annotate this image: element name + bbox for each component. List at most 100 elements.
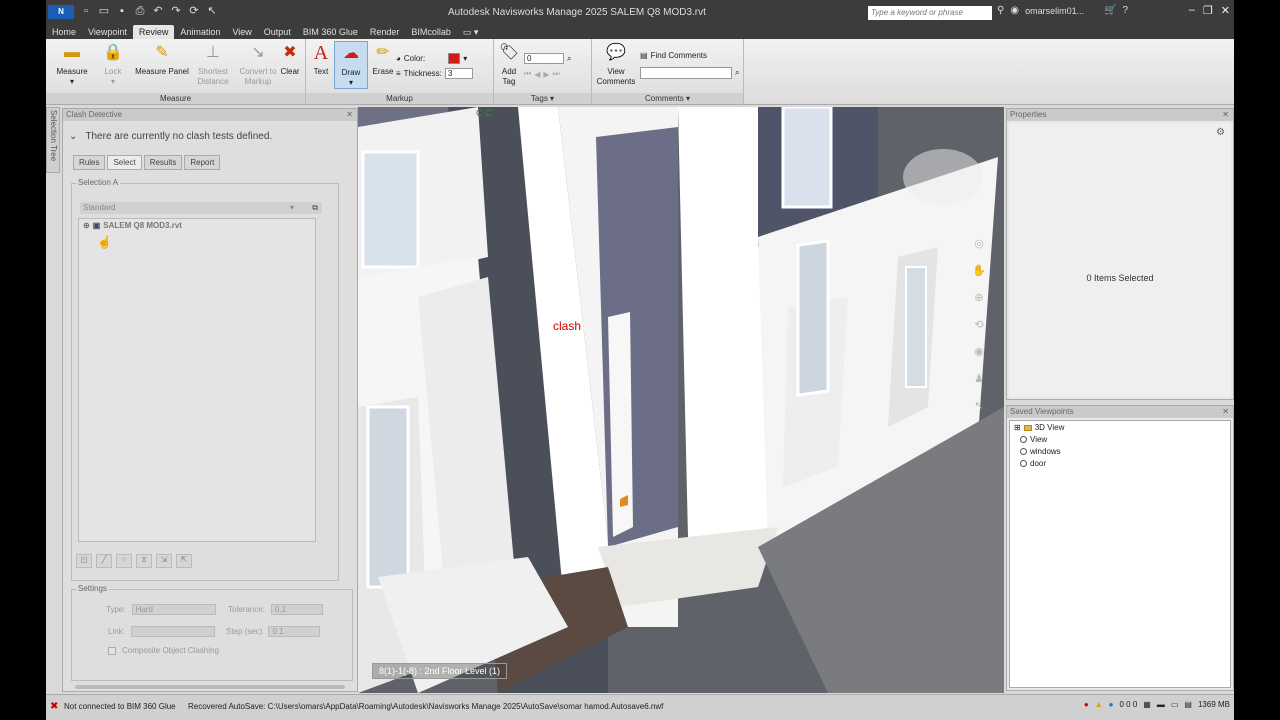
thickness-input[interactable]: 3 (444, 68, 473, 79)
pan-hand-icon[interactable]: ✋ (972, 264, 986, 277)
zoom-icon[interactable]: ⊕ (974, 291, 983, 304)
link-select[interactable] (130, 626, 215, 637)
tree-item[interactable]: ⊕ ▣ SALEM Q8 MOD3.rvt (83, 221, 182, 230)
viewpoint-view[interactable]: View (1020, 435, 1047, 444)
collapse-chevron-icon[interactable]: ⌄ (69, 131, 77, 142)
tab-home[interactable]: Home (46, 25, 82, 39)
draw-button[interactable]: ☁ Draw ▾ (334, 41, 368, 89)
tab-select[interactable]: Select (107, 155, 142, 170)
color-dropdown-icon[interactable]: ▾ (463, 54, 467, 63)
properties-close-icon[interactable]: ✕ (1222, 109, 1229, 121)
first-tag-icon[interactable]: ⏮ (524, 69, 531, 79)
color-control[interactable]: ◕ Color: ▾ (396, 53, 467, 64)
tab-animation[interactable]: Animation (174, 25, 226, 39)
pencil-icon[interactable]: ▬ (1157, 700, 1165, 709)
binoculars-icon[interactable]: ⚲ (997, 5, 1004, 16)
select-icon[interactable]: ↖ (206, 5, 218, 17)
text-button[interactable]: A Text (308, 41, 334, 77)
orbit-icon[interactable]: ⟲ (974, 318, 983, 331)
last-tag-icon[interactable]: ⏭ (553, 69, 560, 79)
tab-report[interactable]: Report (184, 155, 221, 170)
view-comments-button[interactable]: 💬 View Comments (594, 41, 638, 87)
copy-icon[interactable]: ⧉ (312, 202, 318, 214)
viewpoint-door[interactable]: door (1020, 459, 1046, 468)
measure-panel-button[interactable]: ✎ Measure Panel (132, 41, 192, 77)
scene-viewport[interactable]: C C clash ◎ ✋ ⊕ ⟲ ◉ ♟ ↖ 8(1)-1(-8) : 2nd… (358, 107, 1004, 693)
viewpoint-folder-3d-view[interactable]: ⊞ 3D View (1014, 423, 1064, 432)
user-icon[interactable]: ◉ (1010, 5, 1019, 16)
app-logo[interactable]: N (48, 5, 74, 19)
steering-wheel-icon[interactable]: ◎ (974, 237, 984, 250)
new-icon[interactable]: ▫ (80, 5, 92, 17)
warning-icon[interactable]: ▲ (1095, 700, 1103, 709)
quick-find-input[interactable] (640, 67, 732, 79)
tab-rules[interactable]: Rules (73, 155, 106, 170)
tab-viewpoint[interactable]: Viewpoint (82, 25, 133, 39)
memory-icon[interactable]: ▤ (1184, 700, 1192, 709)
look-icon[interactable]: ◉ (974, 345, 984, 358)
saved-viewpoints-close-icon[interactable]: ✕ (1222, 406, 1229, 418)
self-intersect-icon[interactable]: ⧖ (136, 554, 152, 568)
points-icon[interactable]: ⁘ (116, 554, 132, 568)
settings-gear-icon[interactable]: ⚙ (1216, 127, 1225, 138)
tab-render[interactable]: Render (364, 25, 406, 39)
refresh-icon[interactable]: ⟳ (188, 5, 200, 17)
tab-bim360-glue[interactable]: BIM 360 Glue (297, 25, 364, 39)
tag-id-input[interactable]: 0 (524, 53, 564, 64)
tab-view[interactable]: View (226, 25, 257, 39)
color-swatch[interactable] (448, 53, 461, 64)
markup-text[interactable]: clash (553, 319, 581, 333)
horizontal-scrollbar[interactable] (75, 685, 345, 689)
tab-results[interactable]: Results (143, 155, 183, 170)
tab-output[interactable]: Output (258, 25, 297, 39)
expand-icon[interactable]: ⊕ (83, 221, 90, 230)
walk-icon[interactable]: ♟ (974, 372, 984, 385)
tab-review[interactable]: Review (132, 25, 175, 39)
tag-search-icon[interactable]: ⌕ (567, 54, 571, 64)
error-icon[interactable]: ● (1084, 700, 1089, 709)
building-model-render[interactable] (358, 107, 1004, 693)
measure-button[interactable]: ▬ Measure ▾ (52, 41, 92, 87)
restore-icon[interactable]: ❐ (1203, 4, 1213, 17)
user-name[interactable]: omarselim01... (1025, 6, 1084, 16)
close-icon[interactable]: ✕ (1221, 4, 1230, 17)
lines-icon[interactable]: ╱ (96, 554, 112, 568)
type-select[interactable]: Hard (131, 604, 216, 615)
cart-icon[interactable]: 🛒 (1104, 5, 1116, 16)
find-comments-button[interactable]: ▤ Find Comments (640, 51, 707, 60)
sheet-icon[interactable]: ▦ (1143, 700, 1151, 709)
quick-find-icon[interactable]: ⌕ (735, 68, 739, 78)
next-tag-icon[interactable]: ▶ (543, 70, 549, 79)
convert-to-markup-button[interactable]: ↘ Convert to Markup (236, 41, 280, 87)
tolerance-input[interactable]: 0.1 (270, 604, 323, 615)
info-icon[interactable]: ● (1109, 700, 1114, 709)
viewpoint-windows[interactable]: windows (1020, 447, 1061, 456)
step-input[interactable]: 0.1 (268, 626, 321, 637)
minimize-icon[interactable]: – (1189, 4, 1195, 17)
help-icon[interactable]: ? (1123, 5, 1129, 16)
disk-icon[interactable]: ▭ (1171, 700, 1179, 709)
open-icon[interactable]: ▭ (98, 5, 110, 17)
add-tag-button[interactable]: 🏷 Add Tag (496, 41, 522, 87)
select-arrow-icon[interactable]: ↖ (974, 399, 983, 412)
composite-checkbox[interactable] (108, 646, 116, 655)
use-current-selection-icon[interactable]: ⇲ (156, 554, 172, 568)
lock-button[interactable]: 🔒 Lock ▾ (98, 41, 128, 87)
erase-button[interactable]: ✏ Erase (370, 41, 396, 77)
prev-tag-icon[interactable]: ◀ (534, 70, 540, 79)
undo-icon[interactable]: ↶ (152, 5, 164, 17)
surfaces-icon[interactable]: ◰ (76, 554, 92, 568)
search-input[interactable]: Type a keyword or phrase (868, 6, 992, 20)
clear-button[interactable]: ✖ Clear (276, 41, 304, 77)
selection-a-dropdown[interactable]: Standard ▾ ⧉ (80, 202, 322, 214)
redo-icon[interactable]: ↷ (170, 5, 182, 17)
tab-bimcollab[interactable]: BIMcollab (405, 25, 457, 39)
panel-close-icon[interactable]: ✕ (346, 109, 353, 121)
tab-extra-icon[interactable]: ▭ ▾ (457, 25, 485, 39)
expand-icon[interactable]: ⊞ (1014, 423, 1021, 432)
select-in-scene-icon[interactable]: ⇱ (176, 554, 192, 568)
shortest-distance-button[interactable]: ⊥ Shortest Distance (192, 41, 234, 87)
print-icon[interactable]: ⎙ (134, 5, 146, 17)
save-icon[interactable]: ▪ (116, 5, 128, 17)
selection-tree-tab[interactable]: Selection Tree (46, 107, 60, 173)
